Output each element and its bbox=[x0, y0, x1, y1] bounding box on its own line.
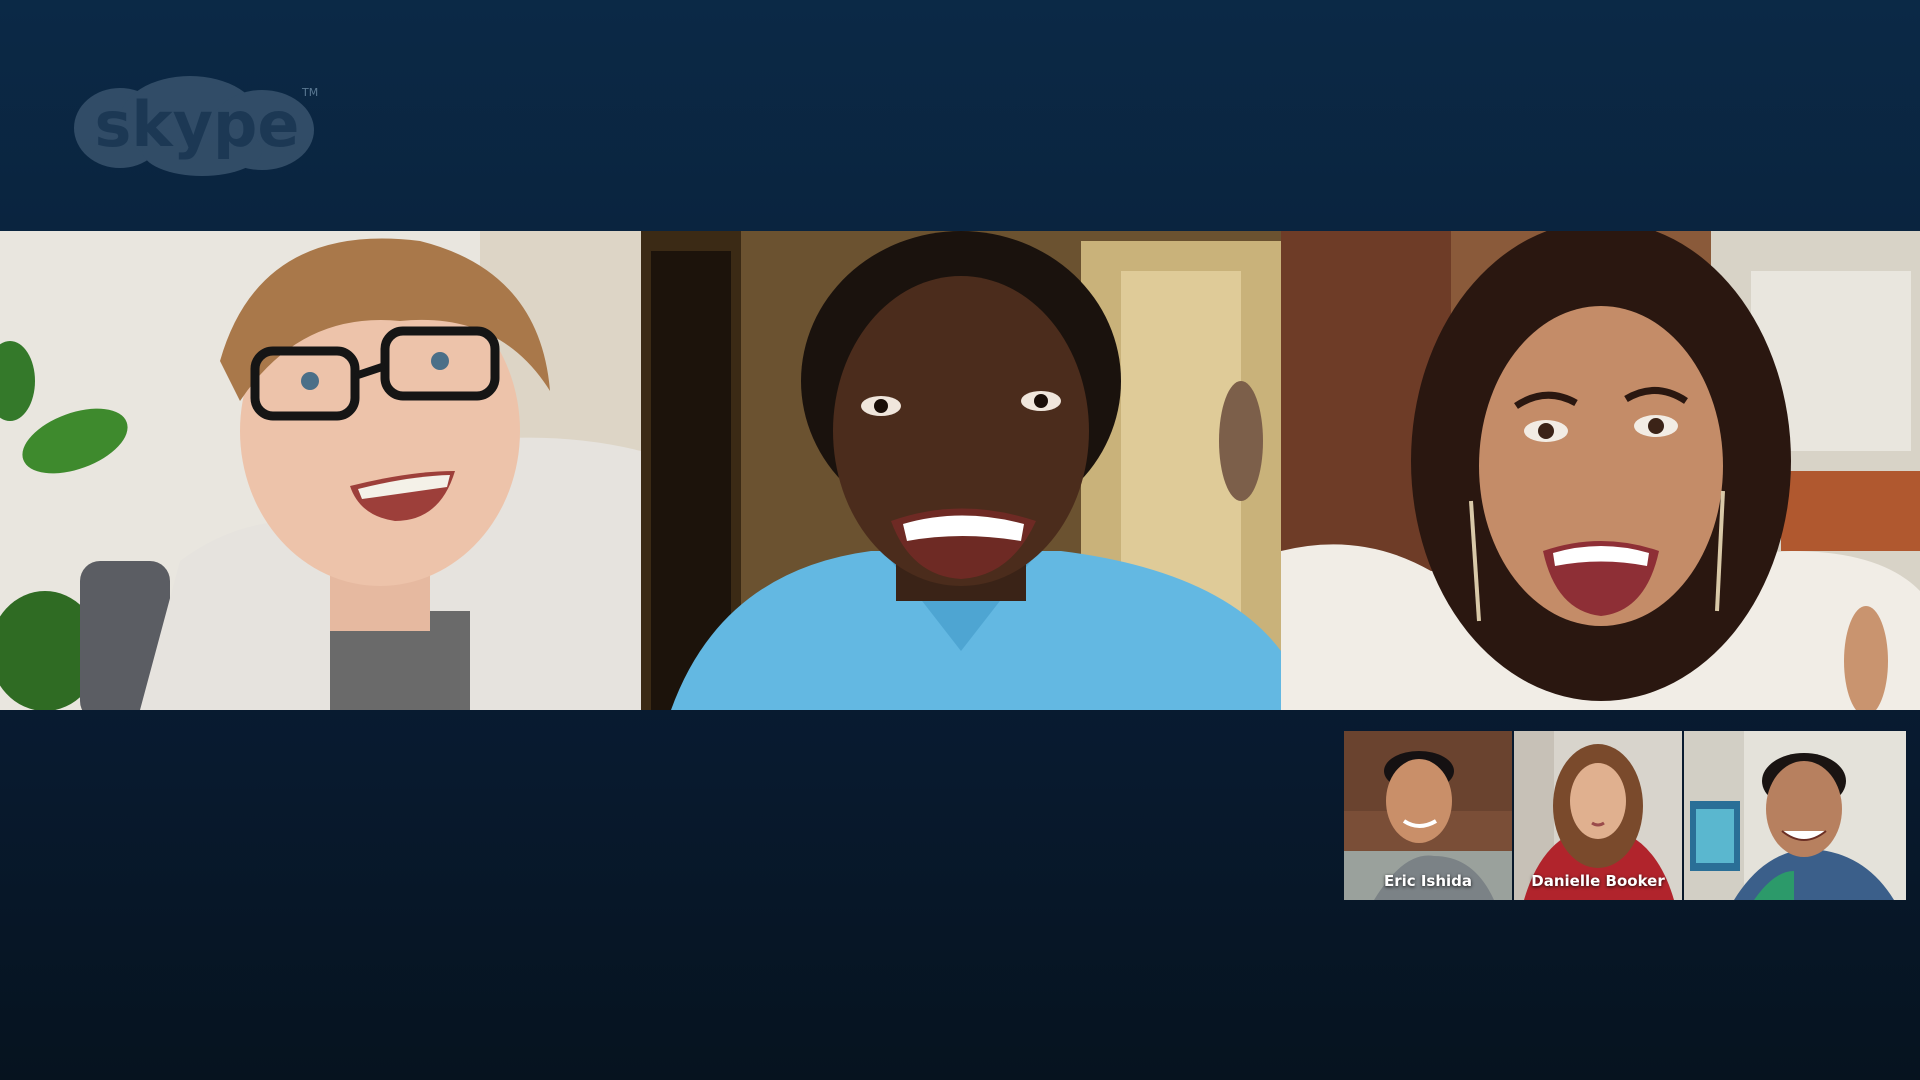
participant-thumbnail-strip: Eric Ishida Danielle Booker bbox=[1344, 731, 1906, 900]
participant-thumbnail-3[interactable] bbox=[1684, 731, 1906, 900]
participant-name-label: Danielle Booker bbox=[1531, 872, 1665, 890]
participant-name-label: Eric Ishida bbox=[1383, 872, 1473, 890]
participant-thumbnail-danielle-booker[interactable]: Danielle Booker bbox=[1514, 731, 1682, 900]
video-call-screen: skype TM Eric Ishida Danielle Booker bbox=[0, 0, 1920, 1080]
participant-video-3[interactable] bbox=[1281, 231, 1920, 710]
trademark-mark: TM bbox=[301, 86, 318, 99]
participant-video-1[interactable] bbox=[0, 231, 641, 710]
skype-logo-text: skype bbox=[95, 88, 300, 161]
participant-video-2[interactable] bbox=[641, 231, 1281, 710]
participant-thumbnail-eric-ishida[interactable]: Eric Ishida bbox=[1344, 731, 1512, 900]
skype-logo: skype TM bbox=[72, 70, 322, 180]
main-video-stage bbox=[0, 231, 1920, 710]
